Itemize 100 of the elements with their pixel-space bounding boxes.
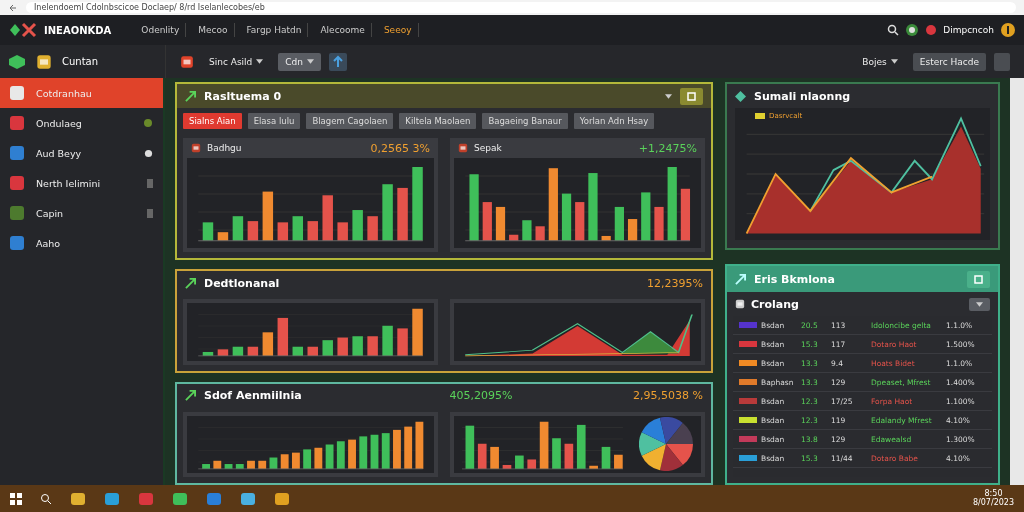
sidebar-item[interactable]: Cotdranhau [0, 78, 163, 108]
status-dot-icon [144, 148, 153, 158]
bar [202, 222, 214, 241]
bar [680, 188, 691, 241]
bar [303, 448, 312, 469]
bar [465, 425, 475, 469]
search-icon[interactable] [887, 24, 900, 36]
panel-title: Dedtlonanal [204, 276, 280, 290]
filter-tab[interactable]: Sialns Aian [183, 113, 242, 129]
filter-tab[interactable]: Elasa lulu [247, 113, 301, 129]
bar [217, 232, 229, 241]
sidebar-item[interactable]: Aud Beyy [0, 138, 163, 168]
nav-link[interactable]: Alecoome [314, 23, 372, 37]
bar [292, 346, 303, 356]
bar [477, 443, 487, 469]
bar [576, 424, 586, 469]
bar [337, 337, 348, 356]
bar [277, 222, 289, 241]
taskbar-app-icon[interactable] [206, 490, 222, 507]
bar [213, 460, 222, 469]
bar [262, 332, 274, 356]
nav-link[interactable]: Fargp Hatdn [240, 23, 309, 37]
pie-slice [666, 423, 693, 445]
globe-icon[interactable] [905, 23, 920, 37]
list-icon [735, 299, 745, 309]
taskbar-app-icon[interactable] [274, 490, 290, 507]
nav-link[interactable]: Odenlity [135, 23, 187, 37]
bar [404, 426, 413, 469]
pie-slice [639, 432, 666, 456]
windows-icon[interactable] [10, 492, 22, 505]
taskbar-app-icon[interactable] [70, 490, 86, 507]
bar [322, 340, 333, 356]
taskbar-app-icon[interactable] [104, 490, 120, 507]
search-icon[interactable] [40, 492, 52, 505]
expand-button[interactable] [680, 87, 703, 105]
panel-value: 2,95,5038 % [633, 389, 703, 402]
upload-icon[interactable] [329, 52, 347, 71]
bar [561, 193, 572, 241]
bar [232, 216, 244, 241]
bar [247, 221, 259, 241]
filter-tab[interactable]: Yorlan Adn Hsay [573, 113, 655, 129]
bar [258, 460, 267, 469]
pie-slice [641, 417, 666, 445]
card-value: +1,2475% [638, 141, 697, 155]
bar [415, 421, 424, 469]
bar [382, 325, 393, 356]
bar [535, 226, 545, 241]
taskbar-app-icon[interactable] [240, 490, 256, 507]
pie-slice [641, 444, 666, 471]
notification-icon[interactable] [925, 24, 938, 36]
box-icon [180, 54, 194, 69]
sidebar-item[interactable]: Ondulaeg [0, 108, 163, 138]
panel-value: 12,2395% [647, 276, 703, 290]
user-name[interactable]: Dimpcncoh [943, 25, 994, 35]
filter-tab[interactable]: Bagaeing Banaur [482, 113, 568, 129]
taskbar-clock[interactable]: 8:50 8/07/2023 [972, 489, 1014, 508]
nav-link[interactable]: Mecoo [192, 23, 235, 37]
bar [292, 216, 303, 241]
bar [641, 192, 651, 241]
sidebar-item[interactable]: Aaho [0, 228, 163, 258]
bar [307, 221, 318, 241]
address-field[interactable]: Inelendoeml Cdolnbscicoe Doclaep/ 8/rd Iselanlecobes/eb [26, 2, 1016, 13]
folder-icon [36, 53, 52, 70]
back-icon[interactable] [8, 2, 18, 13]
pie-slice [660, 417, 683, 445]
taskbar-app-icon[interactable] [172, 490, 188, 507]
coin-icon[interactable] [1000, 22, 1016, 38]
bar [322, 195, 333, 241]
bar [397, 187, 408, 241]
toolbar-dropdown[interactable]: Bojes [855, 52, 905, 71]
square-icon [974, 274, 983, 284]
bar [337, 222, 348, 241]
panel-title: Sumali nlaonng [754, 89, 851, 103]
sidebar-item[interactable]: Nerth Ielimini [0, 168, 163, 198]
bar [269, 457, 278, 469]
caret-icon [307, 59, 314, 64]
bar [502, 464, 512, 469]
scrollbar[interactable] [1010, 78, 1024, 485]
filter-tab[interactable]: Blagem Cagolaen [306, 113, 394, 129]
panel-title: Rasltuema 0 [204, 89, 282, 103]
bar [495, 206, 506, 241]
toolbar-button[interactable]: Esterc Hacde [912, 52, 986, 71]
app-logo: INEAONKDA [44, 24, 112, 36]
logo-icon [8, 22, 38, 38]
pie-slice [660, 444, 683, 472]
nav-link[interactable]: Seeoy [377, 23, 419, 37]
caret-icon [890, 59, 898, 64]
sidebar-item[interactable]: Capin [0, 198, 163, 228]
bar [527, 458, 537, 469]
toolbar-dropdown[interactable]: Sinc Asild [202, 52, 271, 71]
filter-dropdown[interactable] [969, 297, 990, 311]
arrow-icon [185, 390, 196, 401]
toolbar-dropdown[interactable]: Cdn [278, 52, 321, 71]
filter-tab[interactable]: Kiltela Maolaen [399, 113, 477, 129]
chart-icon [458, 143, 468, 153]
diamond-icon [735, 90, 746, 102]
caret-icon [976, 301, 983, 307]
cube-icon [8, 53, 26, 70]
bar [627, 219, 638, 241]
bar [367, 216, 378, 241]
